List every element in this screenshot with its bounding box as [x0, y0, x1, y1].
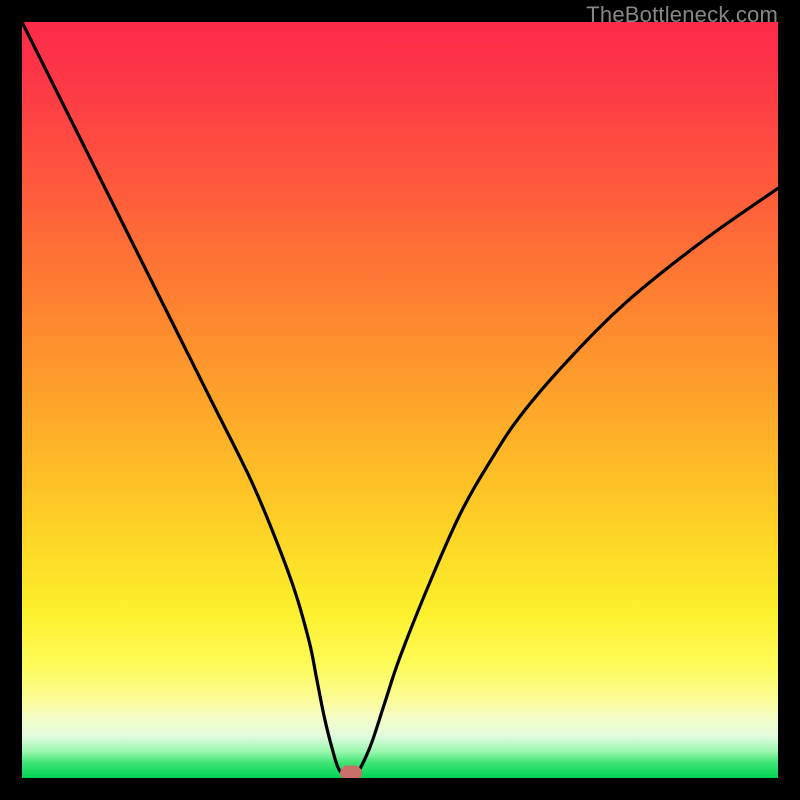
optimal-marker [340, 766, 362, 779]
outer-frame: TheBottleneck.com [0, 0, 800, 800]
plot-area [22, 22, 778, 778]
bottleneck-curve [22, 22, 778, 778]
